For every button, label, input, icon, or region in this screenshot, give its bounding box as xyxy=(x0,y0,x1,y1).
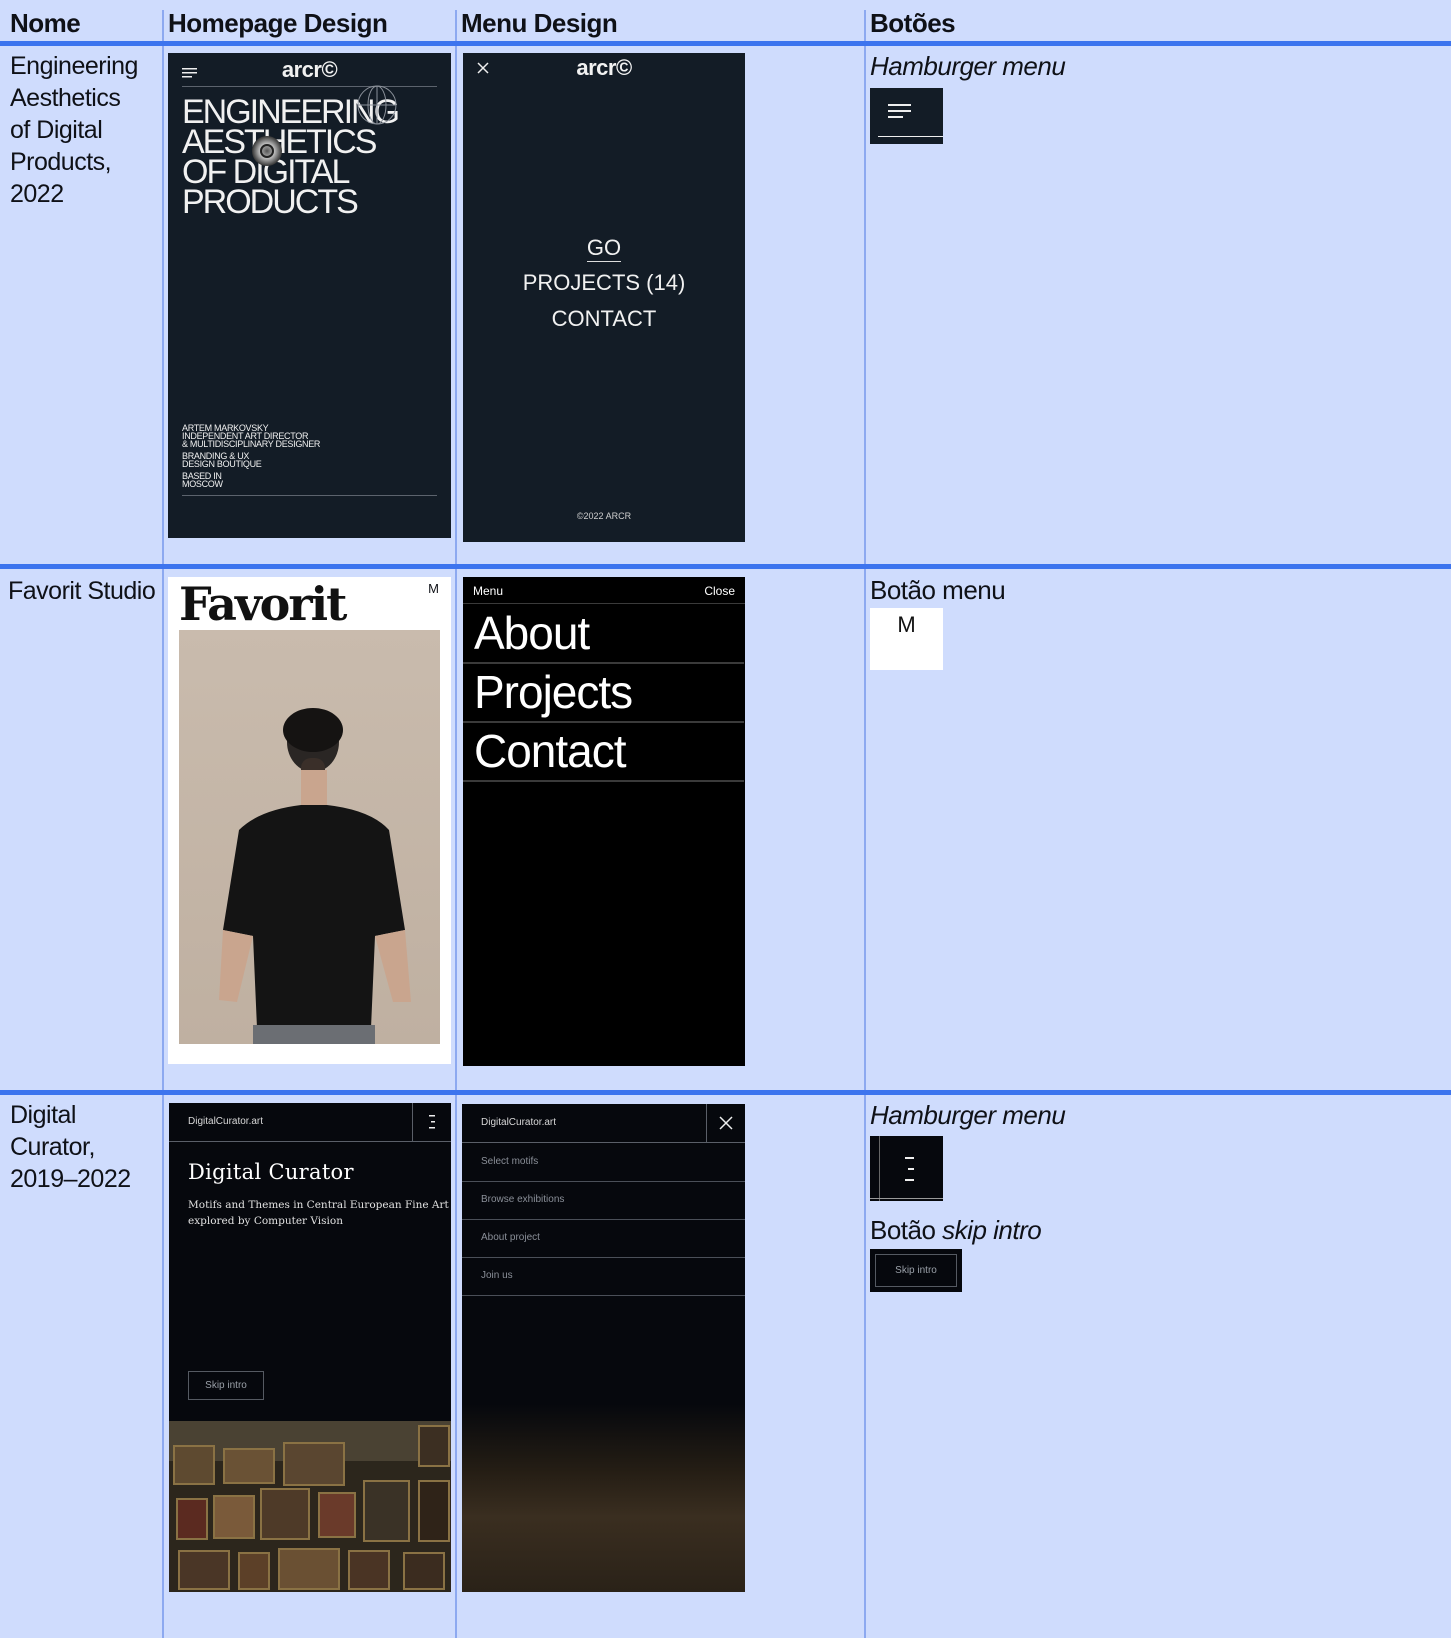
row-divider xyxy=(0,41,1451,46)
header-nome: Nome xyxy=(10,8,81,38)
divider xyxy=(182,495,437,496)
close-button: Close xyxy=(704,584,735,598)
menu-item-contact: CONTACT xyxy=(551,306,657,331)
blurred-background-image xyxy=(462,1404,745,1592)
menu-item-projects: PROJECTS (14) xyxy=(522,270,686,295)
hamburger-button-sample xyxy=(870,1136,943,1201)
row-divider xyxy=(0,564,1451,569)
vertical-menu-icon xyxy=(904,1156,916,1187)
hero-subtitle: Motifs and Themes in Central European Fi… xyxy=(188,1199,449,1227)
menu-item-join-us: Join us xyxy=(462,1257,745,1296)
column-divider xyxy=(455,10,457,1638)
favorit-homepage-screenshot: Favorit M xyxy=(168,577,451,1064)
skip-intro-button: Skip intro xyxy=(875,1254,957,1287)
arcr-homepage-screenshot: arcr© ENGINEERING AESTHETICS OF DIGITAL … xyxy=(168,53,451,538)
wireframe-globe-icon xyxy=(356,84,398,131)
button-label: Hamburger menu xyxy=(870,51,1066,81)
project-name: Digital Curator, 2019–2022 xyxy=(10,1101,131,1193)
skip-intro-button-sample: Skip intro xyxy=(870,1249,962,1292)
project-name: Engineering Aesthetics of Digital Produc… xyxy=(10,52,138,208)
menu-item-projects: Projects xyxy=(463,663,744,723)
close-button xyxy=(706,1104,745,1142)
divider xyxy=(879,1136,880,1201)
column-divider xyxy=(864,10,866,1638)
favorit-logo: Favorit xyxy=(179,577,347,631)
gallery-painting-image xyxy=(169,1421,451,1592)
menu-item-go: GO xyxy=(586,235,622,262)
skip-intro-button: Skip intro xyxy=(188,1371,264,1400)
menu-button: M xyxy=(428,581,439,596)
menu-footer: ©2022 ARCR xyxy=(576,511,632,521)
menu-item-about: About xyxy=(463,604,744,664)
column-divider xyxy=(162,10,164,1638)
menu-item-browse-exhibitions: Browse exhibitions xyxy=(462,1181,745,1220)
menu-letter: M xyxy=(897,612,916,637)
arcr-logo: arcr© xyxy=(576,55,632,80)
vertical-menu-icon xyxy=(427,1114,437,1135)
hero-photo xyxy=(179,630,440,1044)
spiral-orb-icon xyxy=(250,134,284,173)
menu-button-sample: M xyxy=(870,608,943,670)
close-icon xyxy=(719,1116,733,1135)
top-bar: DigitalCurator.art xyxy=(169,1103,451,1142)
menu-item-contact: Contact xyxy=(463,722,744,782)
row-divider xyxy=(0,1090,1451,1095)
menu-item-about-project: About project xyxy=(462,1219,745,1258)
menu-button xyxy=(412,1103,451,1141)
project-name: Favorit Studio xyxy=(8,577,156,605)
favorit-menu-screenshot: Menu Close About Projects Contact xyxy=(463,577,745,1066)
site-name: DigitalCurator.art xyxy=(481,1117,557,1128)
digital-curator-menu-screenshot: DigitalCurator.art Select motifs Browse … xyxy=(462,1104,745,1592)
header-botoes: Botões xyxy=(870,8,956,38)
button-label: Botão skip intro xyxy=(870,1215,1042,1245)
arcr-logo: arcr© xyxy=(281,57,338,82)
hero-title: Digital Curator xyxy=(188,1160,354,1184)
divider xyxy=(870,1198,943,1199)
arcr-menu-screenshot: arcr© GO PROJECTS (14) CONTACT ©2022 ARC… xyxy=(463,53,745,542)
site-name: DigitalCurator.art xyxy=(188,1116,264,1127)
digital-curator-homepage-screenshot: DigitalCurator.art Digital Curator Motif… xyxy=(169,1103,451,1592)
button-label: Hamburger menu xyxy=(870,1100,1066,1130)
hamburger-icon xyxy=(888,103,912,124)
header-menu: Menu Design xyxy=(461,8,618,38)
menu-bar-label: Menu xyxy=(473,584,504,598)
top-bar: DigitalCurator.art xyxy=(462,1104,745,1143)
button-label: Botão menu xyxy=(870,575,1006,605)
divider xyxy=(878,136,943,137)
menu-bar: Menu Close xyxy=(463,577,745,604)
header-homepage: Homepage Design xyxy=(168,8,388,38)
info-text: ARTEM MARKOVSKY INDEPENDENT ART DIRECTOR… xyxy=(182,423,321,489)
hamburger-button-sample xyxy=(870,88,943,144)
menu-item-select-motifs: Select motifs xyxy=(462,1143,745,1182)
hero-title: ENGINEERING AESTHETICS OF DIGITAL PRODUC… xyxy=(182,93,400,221)
divider xyxy=(182,86,437,87)
